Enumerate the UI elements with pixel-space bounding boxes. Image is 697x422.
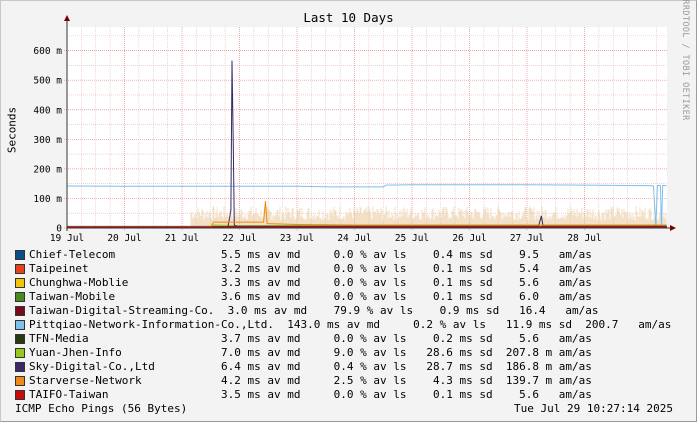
legend-entry-text: Taiwan-Mobile 3.6 ms av md 0.0 % av ls 0… [29, 290, 592, 303]
footer-probe-info: ICMP Echo Pings (56 Bytes) [15, 402, 188, 415]
legend-swatch [15, 306, 25, 316]
legend-swatch [15, 320, 25, 330]
legend-swatch [15, 390, 25, 400]
legend-entry-text: Taiwan-Digital-Streaming-Co. 3.0 ms av m… [29, 304, 599, 317]
x-tick-label: 21 Jul [165, 233, 199, 244]
legend-swatch [15, 362, 25, 372]
y-tick-label: 600 m [33, 46, 62, 57]
y-axis-arrow [64, 15, 70, 21]
legend-swatch [15, 250, 25, 260]
x-tick-label: 20 Jul [107, 233, 141, 244]
x-axis-arrow [670, 225, 676, 231]
legend-entry-text: Yuan-Jhen-Info 7.0 ms av md 9.0 % av ls … [29, 346, 592, 359]
legend-swatch [15, 376, 25, 386]
y-tick-label: 0 [56, 224, 62, 235]
legend-entry-text: Pittqiao-Network-Information-Co.,Ltd. 14… [29, 318, 672, 331]
legend-entry-text: TFN-Media 3.7 ms av md 0.0 % av ls 0.2 m… [29, 332, 592, 345]
plot-background [67, 27, 667, 228]
legend-entry-text: Sky-Digital-Co.,Ltd 6.4 ms av md 0.4 % a… [29, 360, 592, 373]
x-tick-label: 24 Jul [337, 233, 371, 244]
x-tick-label: 19 Jul [50, 233, 84, 244]
y-tick-label: 400 m [33, 105, 62, 116]
x-tick-label: 26 Jul [452, 233, 486, 244]
legend-swatch [15, 264, 25, 274]
y-tick-label: 300 m [33, 135, 62, 146]
y-tick-label: 200 m [33, 164, 62, 175]
x-tick-label: 22 Jul [222, 233, 256, 244]
y-tick-label: 500 m [33, 76, 62, 87]
legend-entry-text: TAIFO-Taiwan 3.5 ms av md 0.0 % av ls 0.… [29, 388, 592, 401]
legend-swatch [15, 292, 25, 302]
legend-swatch [15, 334, 25, 344]
legend-swatch [15, 278, 25, 288]
y-tick-label: 100 m [33, 194, 62, 205]
footer-timestamp: Tue Jul 29 10:27:14 2025 [514, 402, 673, 415]
x-tick-label: 27 Jul [510, 233, 544, 244]
legend-swatch [15, 348, 25, 358]
x-tick-label: 23 Jul [280, 233, 314, 244]
plot-svg: 19 Jul 20 Jul 21 Jul 22 Jul 23 Jul 24 Jul 25 J… [33, 15, 676, 244]
legend-entry-text: Taipeinet 3.2 ms av md 0.0 % av ls 0.1 m… [29, 262, 592, 275]
legend-entry-text: Chunghwa-Moblie 3.3 ms av md 0.0 % av ls… [29, 276, 592, 289]
x-tick-label: 25 Jul [395, 233, 429, 244]
legend-entry-text: Chief-Telecom 5.5 ms av md 0.0 % av ls 0… [29, 248, 592, 261]
legend-entry-text: Starverse-Network 4.2 ms av md 2.5 % av … [29, 374, 592, 387]
x-tick-label: 28 Jul [567, 233, 601, 244]
